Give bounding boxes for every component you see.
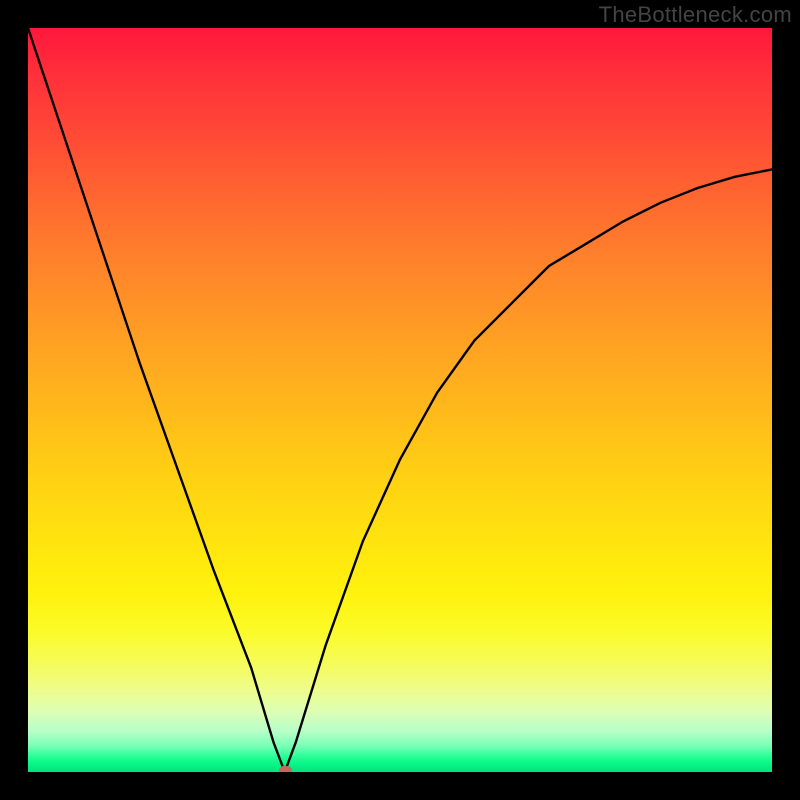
chart-frame: TheBottleneck.com: [0, 0, 800, 800]
optimum-marker: [279, 766, 292, 772]
plot-area: [28, 28, 772, 772]
bottleneck-curve: [28, 28, 772, 772]
watermark-text: TheBottleneck.com: [599, 2, 792, 28]
